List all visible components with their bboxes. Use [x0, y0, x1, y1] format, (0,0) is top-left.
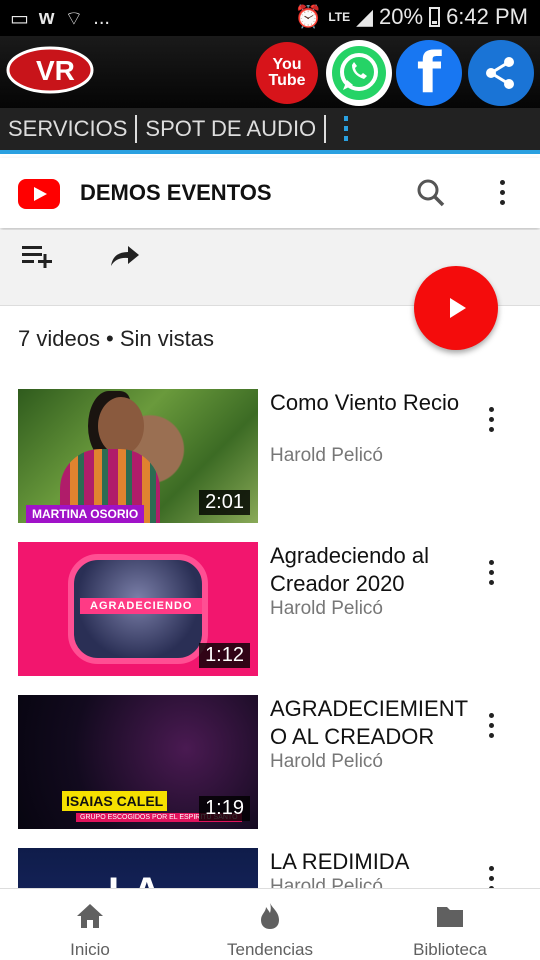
menu-item-servicios[interactable]: SERVICIOS — [0, 116, 135, 142]
home-icon — [77, 904, 103, 928]
nav-item-inicio[interactable]: Inicio — [0, 889, 180, 960]
video-duration: 1:12 — [199, 643, 250, 668]
wifi-icon: ⌔ — [64, 8, 84, 30]
clock: 6:42 PM — [446, 4, 528, 29]
thumbnail-caption: ISAIAS CALEL — [62, 791, 168, 811]
youtube-logo-icon — [18, 179, 60, 209]
video-item[interactable]: AGRADECIENDO 1:12 Agradeciendo al Creado… — [0, 542, 540, 682]
video-menu-icon[interactable] — [489, 407, 495, 433]
status-ellipsis: ... — [93, 7, 110, 29]
nav-label: Biblioteca — [413, 940, 487, 959]
video-menu-icon[interactable] — [489, 713, 495, 739]
app-logo[interactable]: VR — [6, 42, 94, 98]
overflow-menu-icon[interactable] — [500, 180, 506, 206]
video-menu-icon[interactable] — [489, 560, 495, 586]
playlist-meta: 7 videos • Sin vistas — [18, 326, 215, 351]
video-thumbnail[interactable]: AGRADECIENDO 1:12 — [18, 542, 258, 676]
battery-icon — [429, 7, 441, 27]
nav-item-tendencias[interactable]: Tendencias — [180, 889, 360, 960]
more-menu-icon[interactable] — [344, 116, 349, 142]
nav-label: Tendencias — [226, 940, 313, 959]
menu-bar: SERVICIOS SPOT DE AUDIO — [0, 108, 540, 154]
add-to-queue-icon[interactable] — [22, 244, 54, 268]
share-icon — [486, 57, 514, 89]
video-item[interactable]: MARTINA OSORIO 2:01 Como Viento Recio Ha… — [0, 389, 540, 529]
video-title[interactable]: Agradeciendo al Creador 2020 — [270, 542, 470, 598]
play-all-button[interactable] — [414, 266, 498, 350]
flame-icon — [261, 903, 279, 929]
video-title[interactable]: Como Viento Recio — [270, 389, 470, 417]
bottom-navigation: Inicio Tendencias Biblioteca — [0, 888, 540, 960]
page-title: DEMOS EVENTOS — [80, 180, 272, 205]
thumbnail-caption: MARTINA OSORIO — [26, 505, 145, 523]
image-icon: ▭ — [10, 8, 29, 30]
youtube-button[interactable]: You Tube — [256, 42, 318, 104]
app-header: VR You Tube f — [0, 36, 540, 108]
video-channel: Harold Pelicó — [270, 598, 383, 619]
video-thumbnail[interactable]: MARTINA OSORIO 2:01 — [18, 389, 258, 523]
video-channel: Harold Pelicó — [270, 445, 383, 466]
facebook-icon: f — [416, 40, 442, 106]
share-app-button[interactable] — [468, 40, 534, 106]
video-channel: Harold Pelicó — [270, 751, 383, 772]
facebook-button[interactable]: f — [396, 40, 462, 106]
menu-item-spot-de-audio[interactable]: SPOT DE AUDIO — [137, 116, 324, 142]
video-title[interactable]: LA REDIMIDA — [270, 848, 470, 876]
youtube-label: You Tube — [268, 56, 306, 89]
alarm-icon: ⏰ — [294, 4, 323, 29]
thumbnail-caption: AGRADECIENDO — [80, 598, 203, 614]
folder-icon — [437, 907, 463, 927]
whatsapp-button[interactable] — [326, 40, 392, 106]
nav-label: Inicio — [70, 940, 110, 959]
signal-icon: ◢ — [356, 4, 374, 29]
video-title[interactable]: AGRADECIEMIENTO AL CREADOR — [270, 695, 470, 751]
whatsapp-icon — [332, 46, 386, 100]
video-thumbnail[interactable]: ISAIAS CALEL GRUPO ESCOGIDOS POR EL ESPI… — [18, 695, 258, 829]
video-duration: 1:19 — [199, 796, 250, 821]
youtube-header: DEMOS EVENTOS — [0, 158, 540, 228]
share-arrow-icon[interactable] — [110, 244, 140, 268]
nav-item-biblioteca[interactable]: Biblioteca — [360, 889, 540, 960]
menu-divider — [324, 115, 327, 143]
battery-percent: 20% — [379, 4, 424, 29]
status-bar: ▭ w ⌔ ... ⏰ LTE ◢ 20% 6:42 PM — [0, 0, 540, 36]
network-label: LTE — [328, 10, 351, 24]
video-duration: 2:01 — [199, 490, 250, 515]
search-icon[interactable] — [416, 178, 446, 208]
logo-text: VR — [36, 55, 75, 86]
w-icon: w — [38, 7, 55, 29]
video-item[interactable]: ISAIAS CALEL GRUPO ESCOGIDOS POR EL ESPI… — [0, 695, 540, 835]
